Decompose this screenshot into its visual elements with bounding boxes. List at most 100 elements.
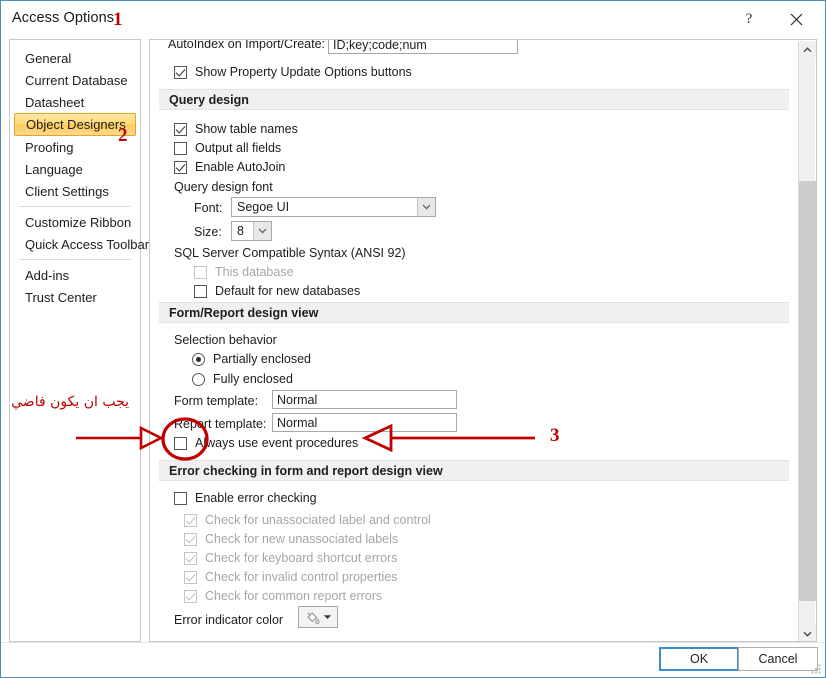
chevron-down-icon[interactable] — [253, 222, 271, 240]
sidebar-item-datasheet[interactable]: Datasheet — [14, 91, 136, 113]
error-indicator-color-button[interactable] — [298, 606, 338, 628]
close-button[interactable] — [779, 6, 813, 32]
report-template-label: Report template: — [174, 417, 267, 431]
show-table-names-checkbox[interactable]: Show table names — [174, 122, 298, 136]
autoindex-input[interactable]: ID;key;code;num — [328, 40, 518, 54]
checkbox-box — [184, 570, 197, 584]
selection-behavior-label: Selection behavior — [174, 333, 277, 347]
cancel-button[interactable]: Cancel — [738, 647, 818, 671]
sidebar-item-label: Language — [25, 161, 83, 177]
checkbox-label: Check for invalid control properties — [205, 570, 398, 584]
sidebar-divider — [19, 259, 131, 260]
checkbox-label: Check for keyboard shortcut errors — [205, 551, 398, 565]
checkbox-label: Check for unassociated label and control — [205, 513, 431, 527]
close-icon — [790, 13, 802, 25]
this-database-checkbox[interactable]: This database — [194, 265, 294, 279]
sidebar-item-label: General — [25, 50, 72, 66]
sidebar-item-general[interactable]: General — [14, 47, 136, 69]
form-template-input[interactable]: Normal — [272, 390, 457, 409]
checkbox-box — [194, 265, 207, 279]
resize-grip-icon[interactable] — [810, 663, 822, 675]
form-template-label: Form template: — [174, 394, 259, 408]
window-title: Access Options — [12, 10, 115, 26]
query-design-font-combobox[interactable]: Segoe UI — [231, 197, 436, 217]
check-invalid-control-properties-checkbox[interactable]: Check for invalid control properties — [184, 570, 397, 584]
report-template-input[interactable]: Normal — [272, 413, 457, 432]
sql-compat-label: SQL Server Compatible Syntax (ANSI 92) — [174, 246, 406, 260]
annotation-marker-2: 2 — [118, 125, 128, 146]
options-scroll-content: AutoIndex on Import/Create: ID;key;code;… — [150, 40, 800, 641]
check-new-unassociated-labels-checkbox[interactable]: Check for new unassociated labels — [184, 532, 398, 546]
checkbox-label: Default for new databases — [215, 284, 361, 298]
sidebar-item-add-ins[interactable]: Add-ins — [14, 264, 136, 286]
checkbox-box — [184, 532, 197, 546]
chevron-down-icon[interactable] — [417, 198, 435, 216]
partially-enclosed-radio[interactable]: Partially enclosed — [192, 352, 311, 366]
checkbox-box — [174, 65, 187, 79]
query-design-size-combobox[interactable]: 8 — [231, 221, 272, 241]
scroll-down-button[interactable] — [799, 625, 816, 641]
sidebar-item-quick-access-toolbar[interactable]: Quick Access Toolbar — [14, 233, 149, 255]
footer-divider — [1, 642, 825, 643]
default-new-databases-checkbox[interactable]: Default for new databases — [194, 284, 360, 298]
combobox-value: 8 — [237, 224, 244, 238]
checkbox-box — [184, 589, 197, 603]
sidebar-divider — [19, 206, 131, 207]
checkbox-label: This database — [215, 265, 294, 279]
checkbox-box — [174, 122, 187, 136]
help-button[interactable]: ? — [734, 6, 764, 32]
radio-label: Partially enclosed — [213, 352, 311, 366]
sidebar-item-trust-center[interactable]: Trust Center — [14, 286, 136, 308]
checkbox-box — [184, 551, 197, 565]
error-indicator-color-label: Error indicator color — [174, 613, 284, 627]
checkbox-box — [184, 513, 197, 527]
sidebar-item-label: Current Database — [25, 72, 128, 88]
checkbox-box — [174, 491, 187, 505]
annotation-arabic-note: يجب ان يكون فاضي — [11, 394, 129, 410]
autoindex-label: AutoIndex on Import/Create: — [168, 39, 326, 51]
scrollbar-thumb[interactable] — [799, 181, 816, 601]
output-all-fields-checkbox[interactable]: Output all fields — [174, 141, 281, 155]
checkbox-box — [174, 141, 187, 155]
check-keyboard-shortcut-errors-checkbox[interactable]: Check for keyboard shortcut errors — [184, 551, 397, 565]
checkbox-box — [194, 284, 207, 298]
enable-error-checking-checkbox[interactable]: Enable error checking — [174, 491, 317, 505]
checkbox-label: Always use event procedures — [195, 436, 359, 450]
chevron-up-icon — [803, 46, 812, 52]
checkbox-label: Check for common report errors — [205, 589, 383, 603]
show-property-update-options-checkbox[interactable]: Show Property Update Options buttons — [174, 65, 412, 79]
query-design-font-group-label: Query design font — [174, 180, 273, 194]
size-label: Size: — [194, 225, 222, 239]
checkbox-box — [174, 160, 187, 174]
checkbox-label: Show table names — [195, 122, 298, 136]
checkbox-label: Check for new unassociated labels — [205, 532, 399, 546]
annotation-marker-3: 3 — [550, 425, 560, 446]
access-options-dialog: Access Options ? General Current Databas… — [0, 0, 826, 678]
sidebar-item-label: Client Settings — [25, 183, 109, 199]
ok-button[interactable]: OK — [659, 647, 739, 671]
chevron-down-icon — [803, 631, 812, 637]
title-bar: Access Options ? — [1, 1, 825, 36]
sidebar-item-label: Trust Center — [25, 289, 97, 305]
always-use-event-procedures-checkbox[interactable]: Always use event procedures — [174, 436, 358, 450]
sidebar-item-language[interactable]: Language — [14, 158, 136, 180]
paint-bucket-icon — [306, 611, 320, 624]
vertical-scrollbar[interactable] — [798, 41, 816, 641]
chevron-down-icon[interactable] — [323, 614, 332, 620]
check-unassociated-label-control-checkbox[interactable]: Check for unassociated label and control — [184, 513, 431, 527]
checkbox-box — [174, 436, 187, 450]
scroll-up-button[interactable] — [799, 41, 816, 58]
sidebar-item-label: Add-ins — [25, 267, 70, 283]
sidebar-item-customize-ribbon[interactable]: Customize Ribbon — [14, 211, 136, 233]
checkbox-label: Show Property Update Options buttons — [195, 65, 412, 79]
checkbox-label: Enable error checking — [195, 491, 317, 505]
combobox-value: Segoe UI — [237, 200, 290, 214]
fully-enclosed-radio[interactable]: Fully enclosed — [192, 372, 293, 386]
sidebar-item-current-database[interactable]: Current Database — [14, 69, 136, 91]
font-label: Font: — [194, 201, 223, 215]
sidebar-item-label: Object Designers — [26, 117, 126, 132]
sidebar-item-client-settings[interactable]: Client Settings — [14, 180, 136, 202]
enable-autojoin-checkbox[interactable]: Enable AutoJoin — [174, 160, 285, 174]
check-common-report-errors-checkbox[interactable]: Check for common report errors — [184, 589, 382, 603]
radio-label: Fully enclosed — [213, 372, 293, 386]
